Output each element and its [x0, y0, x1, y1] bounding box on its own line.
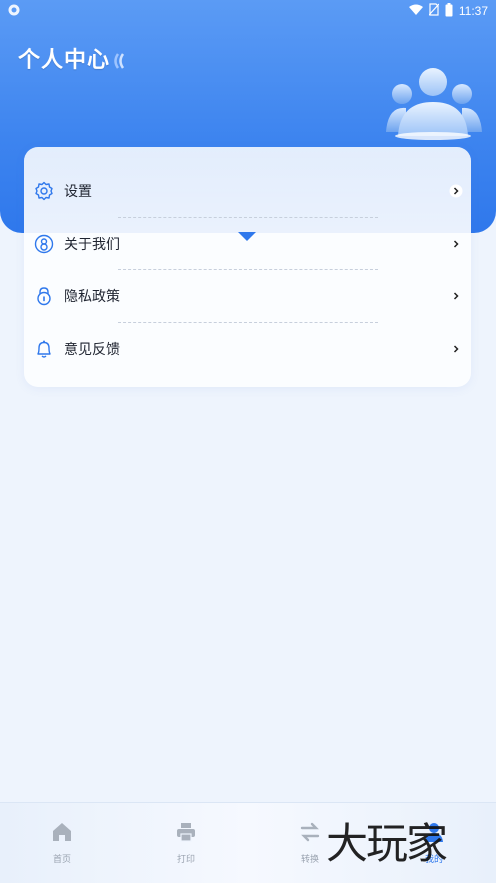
gear-icon: [34, 181, 54, 201]
menu-item-label: 关于我们: [64, 236, 120, 252]
nav-label: 打印: [176, 854, 195, 864]
printer-icon: [175, 821, 197, 848]
chevron-right-icon: [449, 184, 463, 198]
menu-item-about[interactable]: 关于我们: [24, 218, 471, 270]
chevron-right-icon: [449, 289, 463, 303]
person-circle-icon: [34, 234, 54, 254]
nav-label: 首页: [52, 854, 71, 864]
nav-label: 转换: [300, 854, 319, 864]
nav-item-print[interactable]: 打印: [156, 821, 216, 865]
menu-item-feedback[interactable]: 意见反馈: [24, 323, 471, 375]
no-sim-icon: [428, 3, 440, 19]
page-title: 个人中心: [18, 47, 111, 72]
clock-time: 11:37: [458, 4, 488, 18]
battery-icon: [445, 2, 453, 20]
chevron-right-icon: [449, 237, 463, 251]
menu-item-label: 意见反馈: [64, 341, 120, 357]
bell-icon: [34, 339, 54, 359]
users-illustration-icon: [384, 62, 484, 147]
home-icon: [51, 821, 73, 848]
lock-icon: [34, 286, 54, 306]
menu-item-privacy[interactable]: 隐私政策: [24, 270, 471, 322]
watermark-logo: 大玩家: [326, 819, 448, 868]
menu-item-label: 隐私政策: [64, 288, 120, 304]
status-bar: 11:37: [0, 0, 496, 22]
chevron-right-icon: [449, 342, 463, 356]
app-notification-icon: [8, 4, 20, 19]
nav-item-home[interactable]: 首页: [32, 821, 92, 865]
swap-icon: [299, 821, 321, 848]
menu-item-settings[interactable]: 设置: [24, 165, 471, 217]
menu-item-label: 设置: [64, 183, 92, 199]
wifi-icon: [408, 4, 423, 19]
title-decoration-icon: [112, 52, 128, 75]
